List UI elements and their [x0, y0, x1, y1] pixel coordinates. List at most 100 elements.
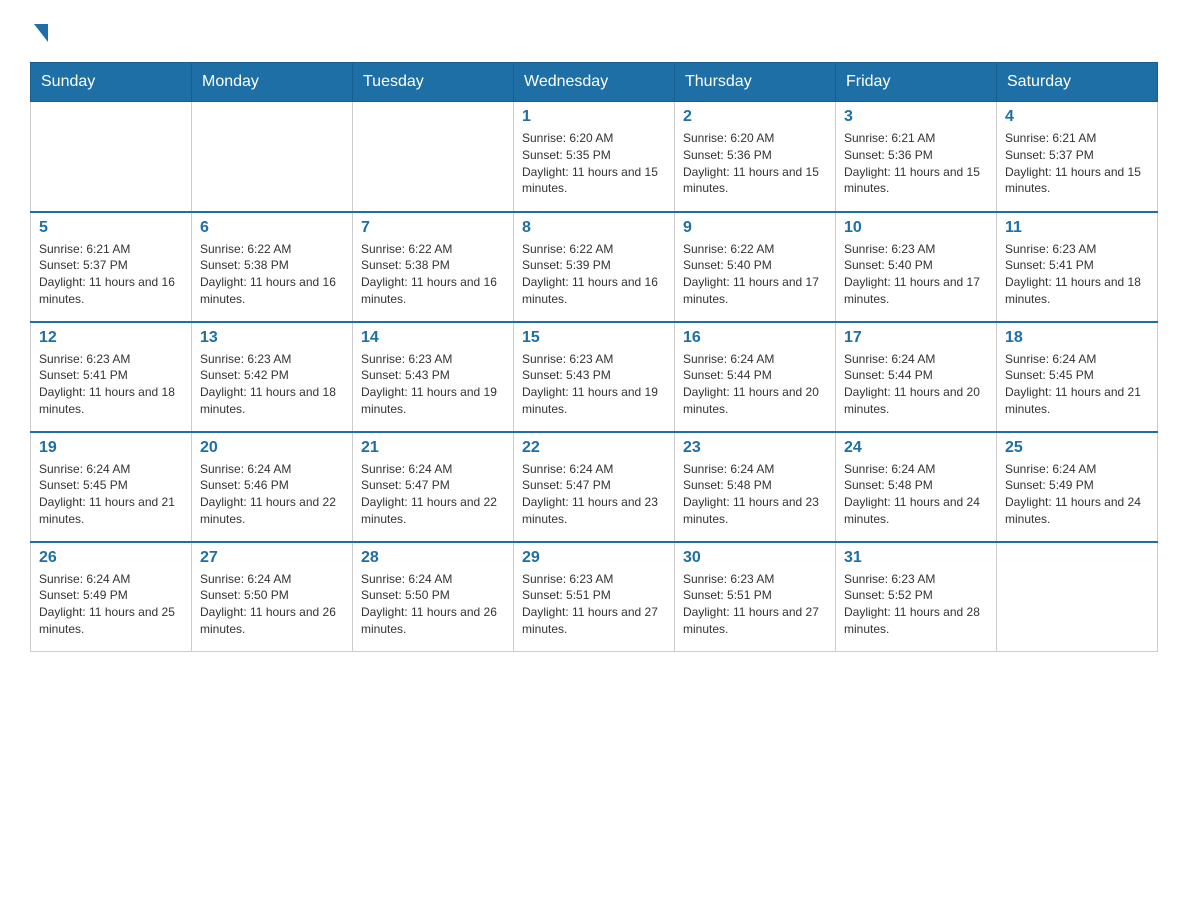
calendar-cell: 31 Sunrise: 6:23 AM Sunset: 5:52 PM Dayli…: [836, 542, 997, 652]
weekday-header-thursday: Thursday: [675, 63, 836, 102]
calendar-cell: 27 Sunrise: 6:24 AM Sunset: 5:50 PM Dayli…: [192, 542, 353, 652]
day-number: 25: [1005, 439, 1149, 457]
weekday-header-wednesday: Wednesday: [514, 63, 675, 102]
calendar-cell: [997, 542, 1158, 652]
week-row-2: 5Sunrise: 6:21 AM Sunset: 5:37 PM Daylig…: [31, 212, 1158, 322]
weekday-header-saturday: Saturday: [997, 63, 1158, 102]
calendar-table: SundayMondayTuesdayWednesdayThursdayFrid…: [30, 62, 1158, 652]
week-row-3: 12 Sunrise: 6:23 AM Sunset: 5:41 PM Dayli…: [31, 322, 1158, 432]
day-info: Sunrise: 6:23 AM Sunset: 5:51 PM Dayligh…: [522, 571, 666, 638]
calendar-cell: 19Sunrise: 6:24 AM Sunset: 5:45 PM Dayli…: [31, 432, 192, 542]
day-info: Sunrise: 6:22 AM Sunset: 5:39 PM Dayligh…: [522, 241, 666, 308]
calendar-cell: 23 Sunrise: 6:24 AM Sunset: 5:48 PM Dayli…: [675, 432, 836, 542]
day-info: Sunrise: 6:23 AM Sunset: 5:40 PM Dayligh…: [844, 241, 988, 308]
day-info: Sunrise: 6:23 AM Sunset: 5:41 PM Dayligh…: [1005, 241, 1149, 308]
day-info: Sunrise: 6:21 AM Sunset: 5:37 PM Dayligh…: [39, 241, 183, 308]
day-number: 22: [522, 439, 666, 457]
calendar-cell: 15 Sunrise: 6:23 AM Sunset: 5:43 PM Dayli…: [514, 322, 675, 432]
day-number: 18: [1005, 329, 1149, 347]
weekday-header-monday: Monday: [192, 63, 353, 102]
calendar-cell: 5Sunrise: 6:21 AM Sunset: 5:37 PM Daylig…: [31, 212, 192, 322]
calendar-cell: 8 Sunrise: 6:22 AM Sunset: 5:39 PM Daylig…: [514, 212, 675, 322]
day-info: Sunrise: 6:22 AM Sunset: 5:40 PM Dayligh…: [683, 241, 827, 308]
day-number: 12: [39, 329, 183, 347]
day-number: 1: [522, 108, 666, 126]
day-number: 24: [844, 439, 988, 457]
day-info: Sunrise: 6:24 AM Sunset: 5:50 PM Dayligh…: [361, 571, 505, 638]
calendar-cell: 12 Sunrise: 6:23 AM Sunset: 5:41 PM Dayli…: [31, 322, 192, 432]
calendar-cell: 17 Sunrise: 6:24 AM Sunset: 5:44 PM Dayli…: [836, 322, 997, 432]
day-number: 4: [1005, 108, 1149, 126]
day-number: 16: [683, 329, 827, 347]
week-row-1: 1 Sunrise: 6:20 AM Sunset: 5:35 PM Daylig…: [31, 102, 1158, 212]
day-number: 23: [683, 439, 827, 457]
day-number: 14: [361, 329, 505, 347]
calendar-cell: 28 Sunrise: 6:24 AM Sunset: 5:50 PM Dayli…: [353, 542, 514, 652]
day-info: Sunrise: 6:23 AM Sunset: 5:51 PM Dayligh…: [683, 571, 827, 638]
day-info: Sunrise: 6:24 AM Sunset: 5:44 PM Dayligh…: [683, 351, 827, 418]
day-number: 27: [200, 549, 344, 567]
day-info: Sunrise: 6:21 AM Sunset: 5:37 PM Dayligh…: [1005, 130, 1149, 197]
calendar-cell: 4 Sunrise: 6:21 AM Sunset: 5:37 PM Daylig…: [997, 102, 1158, 212]
logo: [30, 20, 48, 42]
calendar-cell: [192, 102, 353, 212]
day-info: Sunrise: 6:22 AM Sunset: 5:38 PM Dayligh…: [361, 241, 505, 308]
calendar-cell: 29 Sunrise: 6:23 AM Sunset: 5:51 PM Dayli…: [514, 542, 675, 652]
calendar-cell: 30 Sunrise: 6:23 AM Sunset: 5:51 PM Dayli…: [675, 542, 836, 652]
day-number: 8: [522, 219, 666, 237]
day-number: 17: [844, 329, 988, 347]
calendar-cell: 20 Sunrise: 6:24 AM Sunset: 5:46 PM Dayli…: [192, 432, 353, 542]
calendar-cell: [353, 102, 514, 212]
calendar-cell: 11 Sunrise: 6:23 AM Sunset: 5:41 PM Dayli…: [997, 212, 1158, 322]
day-info: Sunrise: 6:24 AM Sunset: 5:44 PM Dayligh…: [844, 351, 988, 418]
day-info: Sunrise: 6:24 AM Sunset: 5:46 PM Dayligh…: [200, 461, 344, 528]
day-number: 6: [200, 219, 344, 237]
calendar-cell: 18 Sunrise: 6:24 AM Sunset: 5:45 PM Dayli…: [997, 322, 1158, 432]
day-number: 7: [361, 219, 505, 237]
day-info: Sunrise: 6:24 AM Sunset: 5:47 PM Dayligh…: [522, 461, 666, 528]
calendar-cell: 7 Sunrise: 6:22 AM Sunset: 5:38 PM Daylig…: [353, 212, 514, 322]
day-info: Sunrise: 6:23 AM Sunset: 5:43 PM Dayligh…: [522, 351, 666, 418]
weekday-header-tuesday: Tuesday: [353, 63, 514, 102]
calendar-cell: 10 Sunrise: 6:23 AM Sunset: 5:40 PM Dayli…: [836, 212, 997, 322]
day-info: Sunrise: 6:24 AM Sunset: 5:49 PM Dayligh…: [39, 571, 183, 638]
calendar-cell: 26Sunrise: 6:24 AM Sunset: 5:49 PM Dayli…: [31, 542, 192, 652]
day-number: 31: [844, 549, 988, 567]
day-number: 19: [39, 439, 183, 457]
day-number: 28: [361, 549, 505, 567]
day-info: Sunrise: 6:20 AM Sunset: 5:35 PM Dayligh…: [522, 130, 666, 197]
day-info: Sunrise: 6:24 AM Sunset: 5:50 PM Dayligh…: [200, 571, 344, 638]
day-number: 30: [683, 549, 827, 567]
calendar-cell: 2Sunrise: 6:20 AM Sunset: 5:36 PM Daylig…: [675, 102, 836, 212]
day-info: Sunrise: 6:24 AM Sunset: 5:48 PM Dayligh…: [844, 461, 988, 528]
calendar-cell: 14 Sunrise: 6:23 AM Sunset: 5:43 PM Dayli…: [353, 322, 514, 432]
day-number: 20: [200, 439, 344, 457]
day-info: Sunrise: 6:23 AM Sunset: 5:41 PM Dayligh…: [39, 351, 183, 418]
day-info: Sunrise: 6:24 AM Sunset: 5:45 PM Dayligh…: [1005, 351, 1149, 418]
day-info: Sunrise: 6:23 AM Sunset: 5:43 PM Dayligh…: [361, 351, 505, 418]
day-number: 2: [683, 108, 827, 126]
day-number: 29: [522, 549, 666, 567]
logo-triangle-icon: [34, 24, 48, 42]
day-info: Sunrise: 6:21 AM Sunset: 5:36 PM Dayligh…: [844, 130, 988, 197]
day-number: 21: [361, 439, 505, 457]
calendar-cell: 24 Sunrise: 6:24 AM Sunset: 5:48 PM Dayli…: [836, 432, 997, 542]
day-info: Sunrise: 6:22 AM Sunset: 5:38 PM Dayligh…: [200, 241, 344, 308]
day-number: 10: [844, 219, 988, 237]
weekday-header-friday: Friday: [836, 63, 997, 102]
calendar-cell: 9Sunrise: 6:22 AM Sunset: 5:40 PM Daylig…: [675, 212, 836, 322]
day-info: Sunrise: 6:24 AM Sunset: 5:49 PM Dayligh…: [1005, 461, 1149, 528]
weekday-header-row: SundayMondayTuesdayWednesdayThursdayFrid…: [31, 63, 1158, 102]
day-info: Sunrise: 6:23 AM Sunset: 5:52 PM Dayligh…: [844, 571, 988, 638]
day-number: 11: [1005, 219, 1149, 237]
calendar-cell: 13Sunrise: 6:23 AM Sunset: 5:42 PM Dayli…: [192, 322, 353, 432]
calendar-cell: 6 Sunrise: 6:22 AM Sunset: 5:38 PM Daylig…: [192, 212, 353, 322]
calendar-cell: 1 Sunrise: 6:20 AM Sunset: 5:35 PM Daylig…: [514, 102, 675, 212]
calendar-cell: 3 Sunrise: 6:21 AM Sunset: 5:36 PM Daylig…: [836, 102, 997, 212]
day-info: Sunrise: 6:24 AM Sunset: 5:48 PM Dayligh…: [683, 461, 827, 528]
calendar-cell: 21 Sunrise: 6:24 AM Sunset: 5:47 PM Dayli…: [353, 432, 514, 542]
day-info: Sunrise: 6:24 AM Sunset: 5:47 PM Dayligh…: [361, 461, 505, 528]
day-number: 3: [844, 108, 988, 126]
calendar-cell: [31, 102, 192, 212]
day-number: 15: [522, 329, 666, 347]
